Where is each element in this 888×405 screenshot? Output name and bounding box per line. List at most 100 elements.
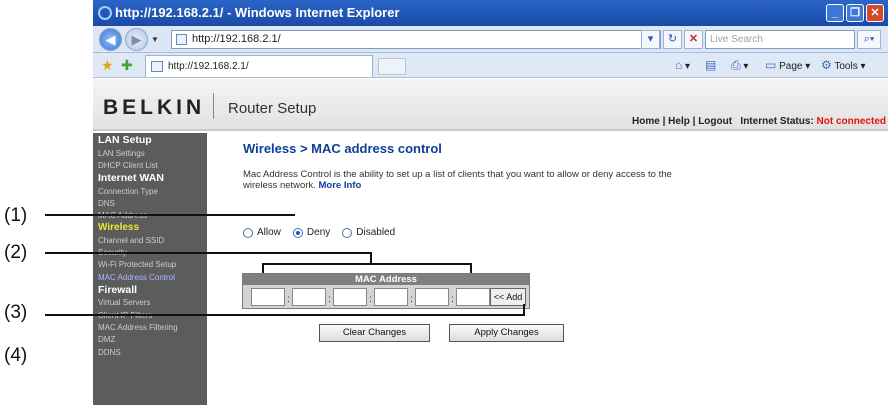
mac-field-2[interactable]: [292, 288, 326, 306]
logout-link[interactable]: Logout: [698, 116, 732, 127]
ie-logo-icon: [98, 6, 112, 20]
recent-pages-icon[interactable]: ▼: [151, 35, 159, 44]
sidebar-item-mac-address-control[interactable]: MAC Address Control: [98, 272, 207, 284]
mac-separator: :: [328, 294, 331, 305]
mac-separator: :: [369, 294, 372, 305]
more-info-link[interactable]: More Info: [319, 180, 362, 191]
mac-field-1[interactable]: [251, 288, 285, 306]
restore-button[interactable]: ❐: [846, 4, 864, 22]
sidebar: LAN Setup LAN Settings DHCP Client List …: [93, 133, 207, 405]
tab-page-icon: [151, 61, 163, 72]
title-bar: http://192.168.2.1/ - Windows Internet E…: [93, 0, 888, 26]
router-page: BELKIN Router Setup Home | Help | Logout…: [93, 79, 888, 405]
callout-3: (3): [4, 302, 28, 323]
sidebar-item-dns[interactable]: DNS: [98, 198, 207, 210]
callout-2-stem: [370, 252, 372, 264]
favorites-star-icon[interactable]: ★: [101, 57, 114, 74]
page-menu[interactable]: ▭ Page ▾: [765, 57, 810, 75]
mac-separator: :: [451, 294, 454, 305]
sidebar-heading-lan-setup[interactable]: LAN Setup: [98, 134, 207, 148]
sidebar-heading-firewall[interactable]: Firewall: [98, 284, 207, 298]
mac-field-6[interactable]: [456, 288, 490, 306]
mac-field-4[interactable]: [374, 288, 408, 306]
minimize-button[interactable]: _: [826, 4, 844, 22]
add-favorites-icon[interactable]: ✚: [121, 57, 133, 74]
mac-separator: :: [287, 294, 290, 305]
page-menu-icon: ▭: [765, 58, 777, 72]
internet-status-label: Internet Status:: [740, 116, 814, 127]
home-link[interactable]: Home: [632, 116, 660, 127]
callout-2-line: [45, 252, 372, 254]
disabled-radio-label: Disabled: [356, 227, 396, 238]
internet-status-value: Not connected: [816, 116, 886, 127]
mac-field-5[interactable]: [415, 288, 449, 306]
help-link[interactable]: Help: [668, 116, 690, 127]
sidebar-item-channel-ssid[interactable]: Channel and SSID: [98, 235, 207, 247]
sidebar-item-virtual-servers[interactable]: Virtual Servers: [98, 297, 207, 309]
sidebar-item-connection-type[interactable]: Connection Type: [98, 186, 207, 198]
logo-divider: [213, 93, 214, 119]
callout-2-bracket: [262, 263, 472, 265]
mac-separator: :: [410, 294, 413, 305]
sidebar-item-mac-address[interactable]: MAC Address: [98, 210, 207, 222]
belkin-logo: BELKIN: [103, 96, 206, 119]
tools-menu-label: Tools: [834, 61, 858, 72]
clear-changes-button[interactable]: Clear Changes: [319, 324, 430, 342]
mac-address-header: MAC Address: [243, 274, 529, 285]
callout-1-line: [45, 214, 295, 216]
description-text: Mac Address Control is the ability to se…: [243, 169, 672, 191]
mac-address-table: MAC Address : : : : : << Add: [242, 273, 530, 309]
sidebar-item-mac-address-filtering[interactable]: MAC Address Filtering: [98, 322, 207, 334]
page-header: BELKIN Router Setup Home | Help | Logout…: [93, 79, 888, 131]
page-icon: [176, 34, 187, 45]
tools-menu[interactable]: ⚙ Tools ▾: [821, 57, 866, 75]
sidebar-item-dmz[interactable]: DMZ: [98, 334, 207, 346]
forward-button[interactable]: ▶: [125, 28, 148, 51]
stop-icon[interactable]: ✕: [684, 30, 703, 49]
deny-radio[interactable]: [292, 227, 303, 238]
callout-2-bracket-right: [470, 263, 472, 273]
main-content: Wireless > MAC address control Mac Addre…: [243, 141, 883, 191]
apply-changes-button[interactable]: Apply Changes: [449, 324, 564, 342]
address-bar: ◀ ▶ ▼ http://192.168.2.1/ ▾ ↻ ✕ Live Sea…: [93, 26, 888, 53]
allow-radio-label: Allow: [257, 227, 281, 238]
url-input[interactable]: http://192.168.2.1/: [171, 30, 661, 49]
callout-3-line: [45, 314, 525, 316]
add-mac-button[interactable]: << Add: [490, 288, 526, 306]
sidebar-item-dhcp-client-list[interactable]: DHCP Client List: [98, 160, 207, 172]
sidebar-heading-wireless[interactable]: Wireless: [98, 222, 207, 234]
browser-window: http://192.168.2.1/ - Windows Internet E…: [93, 0, 888, 405]
new-tab-button[interactable]: [378, 58, 406, 75]
disabled-radio[interactable]: [342, 227, 353, 238]
tab-current[interactable]: http://192.168.2.1/: [145, 55, 373, 77]
sidebar-item-wps[interactable]: Wi-Fi Protected Setup: [98, 259, 207, 271]
allow-radio[interactable]: [243, 227, 253, 238]
refresh-icon[interactable]: ↻: [663, 30, 682, 49]
description: Mac Address Control is the ability to se…: [243, 169, 683, 191]
page-title: Wireless > MAC address control: [243, 141, 442, 156]
sidebar-item-lan-settings[interactable]: LAN Settings: [98, 148, 207, 160]
print-icon[interactable]: ⎙ ▾: [731, 57, 748, 75]
sidebar-heading-internet-wan[interactable]: Internet WAN: [98, 172, 207, 186]
app-title: Router Setup: [228, 100, 317, 117]
url-dropdown-icon[interactable]: ▾: [641, 30, 660, 49]
close-button[interactable]: ✕: [866, 4, 884, 22]
url-text: http://192.168.2.1/: [192, 33, 281, 45]
search-input[interactable]: Live Search: [705, 30, 855, 49]
tab-label: http://192.168.2.1/: [168, 61, 249, 72]
callout-1: (1): [4, 205, 28, 226]
deny-radio-label: Deny: [306, 227, 331, 238]
home-icon[interactable]: ⌂ ▾: [675, 57, 690, 75]
feeds-icon[interactable]: ▤: [705, 57, 716, 75]
sidebar-item-ddns[interactable]: DDNS: [98, 347, 207, 359]
callout-3-stem: [523, 304, 525, 316]
back-button[interactable]: ◀: [99, 28, 122, 51]
callout-2-bracket-left: [262, 263, 264, 273]
mode-radio-group: Allow Deny Disabled: [243, 227, 403, 238]
window-title: http://192.168.2.1/ - Windows Internet E…: [115, 5, 400, 20]
top-links: Home | Help | Logout Internet Status: No…: [632, 116, 886, 127]
mac-field-3[interactable]: [333, 288, 367, 306]
search-icon[interactable]: ⌕▾: [857, 30, 881, 49]
callout-2: (2): [4, 242, 28, 263]
tab-bar: ★ ✚ http://192.168.2.1/ ⌂ ▾ ▤ ⎙ ▾ ▭ Page…: [93, 53, 888, 78]
